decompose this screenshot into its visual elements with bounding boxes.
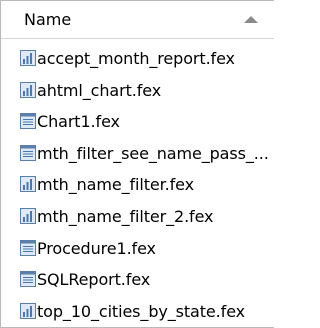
file-name: Procedure1.fex [37, 238, 156, 258]
list-item[interactable]: SQLReport.fex [1, 264, 274, 296]
column-header-label: Name [24, 10, 72, 29]
procedure-doc-icon [19, 112, 37, 130]
procedure-doc-icon [19, 144, 37, 162]
file-name: top_10_cities_by_state.fex [37, 301, 246, 321]
list-item[interactable]: ahtml_chart.fex [1, 75, 274, 107]
list-item[interactable]: top_10_cities_by_state.fex [1, 296, 274, 328]
list-item[interactable]: Procedure1.fex [1, 233, 274, 265]
report-chart-icon [19, 49, 37, 67]
procedure-doc-icon [19, 239, 37, 257]
list-item[interactable]: accept_month_report.fex [1, 43, 274, 75]
list-item[interactable]: mth_name_filter.fex [1, 169, 274, 201]
file-list: accept_month_report.fex ahtml_chart.fex … [1, 43, 274, 327]
list-item[interactable]: mth_filter_see_name_pass_... [1, 138, 274, 170]
column-header-name[interactable]: Name [1, 1, 274, 39]
report-chart-icon [19, 207, 37, 225]
file-name: mth_name_filter.fex [37, 175, 194, 195]
list-item[interactable]: mth_name_filter_2.fex [1, 201, 274, 233]
file-name: ahtml_chart.fex [37, 80, 162, 100]
report-chart-icon [19, 302, 37, 320]
procedure-doc-icon [19, 270, 37, 288]
file-name: Chart1.fex [37, 112, 120, 132]
list-item[interactable]: Chart1.fex [1, 106, 274, 138]
file-name: accept_month_report.fex [37, 49, 235, 68]
report-chart-icon [19, 81, 37, 99]
file-name: SQLReport.fex [37, 270, 151, 290]
chevron-up-icon[interactable] [241, 10, 261, 30]
file-name: mth_name_filter_2.fex [37, 206, 214, 226]
file-list-panel: Name accept_month_report.fex ahtml_chart… [0, 0, 274, 328]
report-chart-icon [19, 175, 37, 193]
file-name: mth_filter_see_name_pass_... [37, 143, 269, 163]
